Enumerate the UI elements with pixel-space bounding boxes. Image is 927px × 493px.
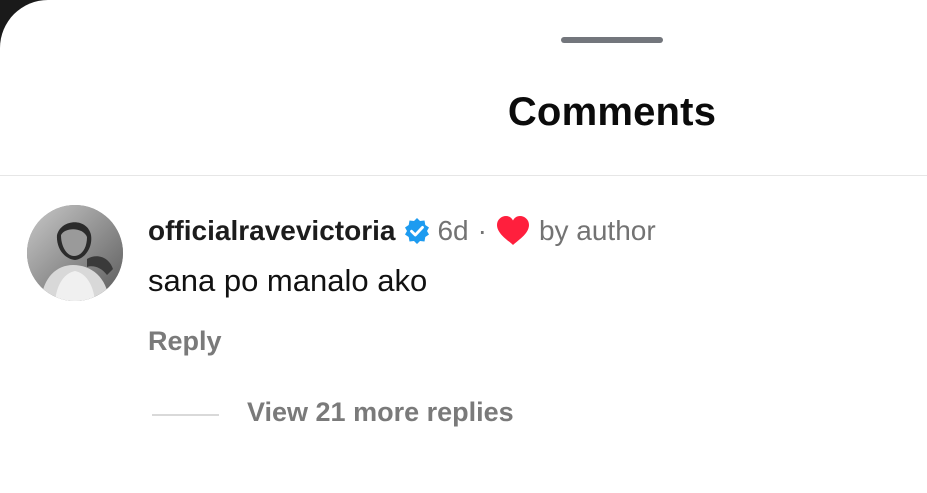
replies-line (152, 414, 219, 416)
comment-text: sana po manalo ako (148, 263, 428, 298)
reply-button[interactable]: Reply (148, 326, 222, 357)
comment-header: officialravevictoria 6d · by author (148, 211, 656, 251)
avatar[interactable] (27, 205, 123, 301)
comments-sheet: Comments officialravevictoria 6d · by au… (0, 0, 927, 493)
comment-time: 6d (437, 215, 469, 246)
heart-icon (495, 215, 531, 247)
drag-handle[interactable] (561, 37, 663, 43)
liked-by-author-label: by author (538, 215, 656, 246)
header-divider (0, 175, 927, 176)
verified-badge-icon (403, 217, 431, 245)
separator-dot: · (477, 215, 487, 246)
comment-username[interactable]: officialravevictoria (148, 215, 395, 247)
view-more-replies-button[interactable]: View 21 more replies (247, 397, 514, 428)
sheet-title: Comments (507, 90, 717, 134)
